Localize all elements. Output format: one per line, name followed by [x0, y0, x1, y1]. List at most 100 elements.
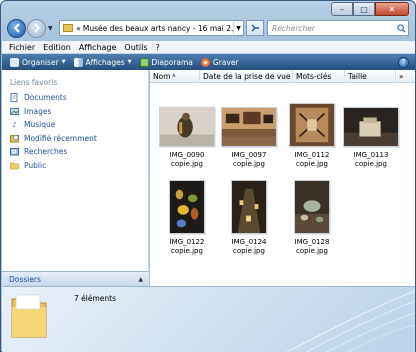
address-bar[interactable]: « Musée des beaux arts nancy - 16 mai 2.…	[59, 20, 244, 36]
favorite-searches[interactable]: Recherches	[10, 145, 97, 159]
folder-icon	[63, 24, 73, 32]
close-button[interactable]: ✕	[375, 2, 409, 16]
file-item[interactable]: IMG_0128 copie.jpg	[277, 180, 347, 256]
recent-pages-dropdown[interactable]: ▼	[48, 25, 56, 32]
views-button[interactable]: Affichages ▼	[73, 57, 132, 67]
chevron-down-icon: ▼	[127, 59, 132, 65]
file-name: IMG_0128	[294, 238, 330, 246]
menu-view[interactable]: Affichage	[79, 43, 117, 52]
column-name[interactable]: ▲ Nom	[150, 70, 200, 83]
file-extension: copie.jpg	[233, 247, 265, 255]
favorite-music[interactable]: ♪ Musique	[10, 118, 97, 132]
favorite-label: Public	[24, 160, 47, 170]
refresh-button[interactable]	[246, 20, 264, 36]
column-date-taken[interactable]: Date de la prise de vue	[200, 70, 293, 83]
photo-thumbnail	[295, 181, 329, 233]
item-count: 7 éléments	[74, 294, 116, 303]
burn-disc-icon	[200, 57, 210, 67]
command-bar: Organiser ▼ Affichages ▼ Diaporama Grave…	[2, 54, 415, 70]
favorite-label: Images	[24, 106, 52, 116]
help-icon[interactable]: ?	[398, 56, 409, 68]
favorite-label: Documents	[24, 93, 67, 103]
file-item[interactable]: IMG_0122 copie.jpg	[152, 180, 222, 256]
menu-tools[interactable]: Outils	[124, 43, 147, 52]
file-extension: copie.jpg	[233, 160, 265, 168]
details-pane: 7 éléments	[2, 286, 415, 352]
address-path[interactable]: Musée des beaux arts nancy - 16 mai 2...	[83, 24, 233, 33]
forward-arrow-icon	[33, 23, 40, 33]
column-size[interactable]: Taille	[345, 70, 396, 83]
file-item[interactable]: IMG_0097 copie.jpg	[214, 107, 284, 169]
file-item[interactable]: IMG_0113 copie.jpg	[336, 107, 406, 169]
documents-icon	[10, 93, 19, 103]
more-columns-button[interactable]: »	[396, 70, 415, 83]
images-icon	[10, 107, 19, 116]
thumbnail-frame	[169, 180, 205, 234]
file-item[interactable]: IMG_0124 copie.jpg	[214, 180, 284, 256]
file-name: IMG_0122	[169, 238, 205, 246]
organize-button[interactable]: Organiser ▼	[10, 57, 66, 67]
thumbnail-frame	[231, 180, 267, 234]
file-list-pane: ▲ Nom Date de la prise de vue Mots-clés …	[150, 70, 415, 286]
favorite-documents[interactable]: Documents	[10, 91, 97, 105]
favorite-recent[interactable]: Modifié récemment	[10, 132, 97, 146]
organize-label: Organiser	[22, 57, 59, 67]
chevron-up-icon: ▲	[138, 275, 143, 283]
search-icon[interactable]	[394, 23, 408, 33]
favorite-public[interactable]: Public	[10, 159, 97, 173]
organize-icon	[10, 57, 19, 67]
column-name-label: Nom	[153, 72, 171, 81]
photo-thumbnail	[170, 181, 204, 233]
back-arrow-icon	[13, 23, 20, 33]
slideshow-label: Diaporama	[151, 57, 193, 67]
favorite-label: Modifié récemment	[24, 133, 97, 143]
photo-thumbnail	[222, 108, 276, 146]
favorite-label: Recherches	[24, 147, 68, 157]
favorite-images[interactable]: Images	[10, 105, 97, 119]
thumbnail-frame	[294, 180, 330, 234]
minimize-button[interactable]: –	[331, 2, 353, 16]
folder-icon	[10, 161, 19, 170]
forward-button[interactable]	[27, 18, 46, 38]
file-name: IMG_0113	[353, 151, 389, 159]
file-name: IMG_0097	[231, 151, 267, 159]
views-icon	[73, 57, 83, 67]
folders-toggle[interactable]: Dossiers ▲	[2, 271, 149, 286]
menu-bar: Fichier Edition Affichage Outils ?	[2, 41, 415, 54]
burn-button[interactable]: Graver	[200, 57, 239, 67]
navigation-pane: Liens favoris Documents Images ♪ Musique	[2, 70, 149, 286]
refresh-icon	[251, 24, 259, 32]
breadcrumb-chevron[interactable]: «	[76, 24, 81, 33]
photo-thumbnail	[344, 108, 398, 146]
menu-edit[interactable]: Edition	[43, 43, 71, 52]
search-input[interactable]: Rechercher	[267, 20, 409, 36]
file-item[interactable]: IMG_0090 copie.jpg	[152, 107, 222, 169]
thumbnail-frame	[343, 107, 399, 147]
menu-help[interactable]: ?	[156, 43, 160, 52]
photo-thumbnail	[232, 181, 266, 233]
sort-arrow-icon: ▲	[172, 72, 176, 78]
address-dropdown-icon[interactable]: ▼	[233, 21, 243, 35]
thumbnail-frame	[159, 107, 215, 147]
search-icon	[10, 147, 19, 156]
file-name: IMG_0090	[169, 151, 205, 159]
folder-icon	[11, 294, 47, 338]
thumbnail-frame	[289, 103, 335, 147]
views-label: Affichages	[85, 57, 125, 67]
maximize-button[interactable]: □	[353, 2, 375, 16]
column-tags[interactable]: Mots-clés	[293, 70, 345, 83]
slideshow-button[interactable]: Diaporama	[139, 57, 193, 67]
slideshow-icon	[139, 57, 149, 67]
menu-file[interactable]: Fichier	[9, 43, 35, 52]
music-icon: ♪	[12, 120, 17, 129]
column-headers: ▲ Nom Date de la prise de vue Mots-clés …	[150, 70, 415, 83]
file-extension: copie.jpg	[296, 247, 328, 255]
file-extension: copie.jpg	[171, 160, 203, 168]
photo-thumbnail	[160, 108, 214, 146]
burn-label: Graver	[212, 57, 239, 67]
favorites-title: Liens favoris	[10, 78, 58, 87]
decorative-swoosh	[285, 290, 415, 352]
thumbnail-grid: IMG_0090 copie.jpg IMG_0097 copie.jpg IM…	[150, 83, 415, 286]
explorer-window: – □ ✕ ▼ « Musée des beaux arts nancy - 1…	[0, 0, 416, 352]
back-button[interactable]	[7, 18, 26, 38]
